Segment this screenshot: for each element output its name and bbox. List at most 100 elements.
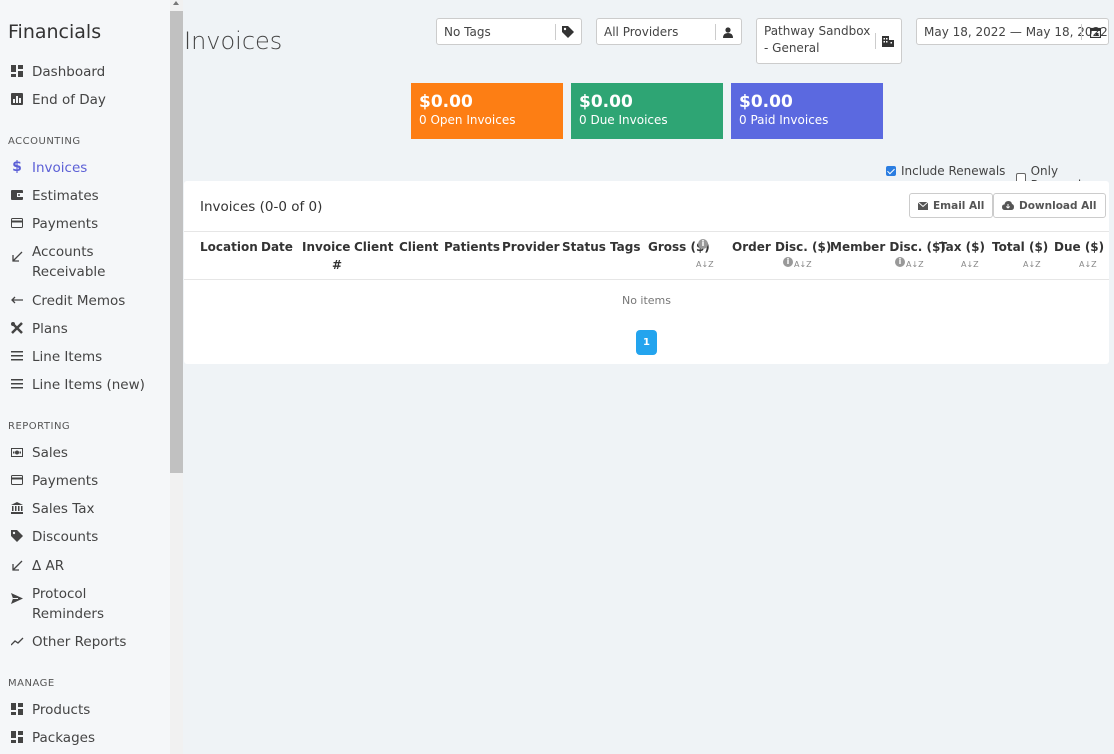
sidebar-item-protocol-reminders[interactable]: Protocol Reminders — [0, 584, 170, 624]
checkbox-checked[interactable] — [886, 166, 896, 176]
cloud-download-icon — [1002, 201, 1014, 210]
column-header-client-2[interactable]: Client — [399, 240, 438, 254]
sidebar-item-accounts-receivable[interactable]: Accounts Receivable — [0, 242, 170, 282]
tags-filter[interactable]: No Tags — [436, 18, 582, 45]
sidebar-item-plans[interactable]: Plans — [0, 319, 170, 339]
info-icon[interactable]: i — [783, 257, 793, 267]
sidebar-item-discounts[interactable]: Discounts — [0, 527, 170, 547]
column-header-status[interactable]: Status — [562, 240, 606, 254]
info-icon[interactable]: i — [895, 257, 905, 267]
section-header-reporting: REPORTING — [8, 421, 71, 432]
sidebar-item-label: Estimates — [32, 188, 99, 204]
sidebar-item-label: Discounts — [32, 529, 99, 545]
sort-icon[interactable]: A↓Z — [696, 260, 714, 269]
sidebar-item-label: Sales — [32, 445, 68, 461]
sidebar-item-label: Accounts Receivable — [32, 244, 106, 280]
grid-icon — [9, 729, 25, 745]
date-range-filter[interactable]: May 18, 2022 — May 18, 2022 — [916, 18, 1109, 45]
scrollbar-thumb[interactable] — [170, 11, 183, 473]
dashboard-icon — [9, 63, 25, 79]
download-all-button[interactable]: Download All — [993, 193, 1106, 218]
list-icon — [9, 348, 25, 364]
divider — [555, 24, 556, 40]
column-header-patients[interactable]: Patients — [444, 240, 500, 254]
send-icon — [9, 590, 25, 606]
sidebar-item-sales[interactable]: Sales — [0, 443, 170, 463]
sidebar-item-label: Products — [32, 702, 91, 718]
info-icon[interactable]: i — [698, 239, 708, 249]
invoices-panel: Invoices (0-0 of 0) Email All Download A… — [184, 181, 1109, 364]
envelope-icon — [918, 201, 928, 210]
column-header-provider[interactable]: Provider — [502, 240, 560, 254]
tags-icon — [561, 25, 575, 39]
column-header-order-disc[interactable]: Order Disc. ($) — [732, 240, 831, 254]
sidebar-item-end-of-day[interactable]: End of Day — [0, 90, 170, 110]
open-invoices-card[interactable]: $0.00 0 Open Invoices — [411, 83, 563, 139]
scroll-up-arrow-icon[interactable] — [173, 1, 179, 5]
email-all-button[interactable]: Email All — [909, 193, 994, 218]
sidebar-item-delta-ar[interactable]: Δ AR — [0, 556, 170, 576]
sidebar-item-payments[interactable]: Payments — [0, 214, 170, 234]
location-filter[interactable]: Pathway Sandbox - General — [756, 18, 902, 64]
sidebar: Financials Dashboard End of Day ACCOUNTI… — [0, 0, 170, 754]
pagination-page-1[interactable]: 1 — [636, 330, 657, 355]
divider — [875, 33, 876, 49]
tags-filter-value: No Tags — [444, 25, 491, 39]
dollar-icon: $ — [12, 159, 22, 175]
due-invoices-card[interactable]: $0.00 0 Due Invoices — [571, 83, 723, 139]
trend-icon — [9, 633, 25, 649]
providers-filter[interactable]: All Providers — [596, 18, 742, 45]
sidebar-item-invoices[interactable]: $ Invoices — [0, 158, 170, 178]
sidebar-item-payments-report[interactable]: Payments — [0, 471, 170, 491]
column-header-client[interactable]: Client — [354, 240, 393, 254]
panel-title: Invoices (0-0 of 0) — [200, 199, 323, 215]
tags-icon — [9, 528, 25, 544]
user-icon — [721, 25, 735, 39]
column-header-due[interactable]: Due ($) — [1054, 240, 1104, 254]
sort-icon[interactable]: A↓Z — [961, 260, 979, 269]
tools-icon — [9, 320, 25, 336]
column-header-invoice[interactable]: Invoice # — [302, 238, 350, 274]
divider — [715, 24, 716, 40]
sort-icon[interactable]: A↓Z — [794, 260, 812, 269]
section-header-manage: MANAGE — [8, 678, 55, 689]
section-header-accounting: ACCOUNTING — [8, 136, 81, 147]
download-all-label: Download All — [1019, 199, 1097, 212]
column-header-location[interactable]: Location — [200, 240, 258, 254]
sidebar-item-line-items[interactable]: Line Items — [0, 347, 170, 367]
include-renewals-label: Include Renewals — [901, 164, 1006, 178]
location-filter-value: Pathway Sandbox - General — [764, 24, 871, 55]
sort-icon[interactable]: A↓Z — [1023, 260, 1041, 269]
sidebar-item-products[interactable]: Products — [0, 700, 170, 720]
sidebar-item-credit-memos[interactable]: Credit Memos — [0, 291, 170, 311]
open-invoices-label: 0 Open Invoices — [419, 113, 516, 127]
building-icon — [881, 34, 895, 48]
column-header-tax[interactable]: Tax ($) — [939, 240, 985, 254]
list-icon — [9, 376, 25, 392]
sidebar-scrollbar[interactable] — [170, 0, 183, 754]
sidebar-item-line-items-new[interactable]: Line Items (new) — [0, 375, 170, 395]
due-invoices-label: 0 Due Invoices — [579, 113, 668, 127]
sidebar-item-label: Payments — [32, 216, 99, 232]
sort-icon[interactable]: A↓Z — [906, 260, 924, 269]
sidebar-item-label: Δ AR — [32, 558, 65, 574]
column-header-tags[interactable]: Tags — [610, 240, 640, 254]
paid-invoices-card[interactable]: $0.00 0 Paid Invoices — [731, 83, 883, 139]
column-header-date[interactable]: Date — [261, 240, 293, 254]
paid-invoices-amount: $0.00 — [739, 92, 793, 112]
sidebar-item-packages[interactable]: Packages — [0, 728, 170, 748]
sidebar-item-estimates[interactable]: Estimates — [0, 186, 170, 206]
column-header-total[interactable]: Total ($) — [992, 240, 1048, 254]
sidebar-item-dashboard[interactable]: Dashboard — [0, 62, 170, 82]
sort-icon[interactable]: A↓Z — [1079, 260, 1097, 269]
arrow-down-left-icon — [9, 557, 25, 573]
sidebar-item-label: Packages — [32, 730, 95, 746]
empty-state-text: No items — [621, 294, 672, 307]
providers-filter-value: All Providers — [604, 25, 679, 39]
column-header-member-disc[interactable]: Member Disc. ($) — [830, 240, 946, 254]
sidebar-item-other-reports[interactable]: Other Reports — [0, 632, 170, 652]
table-header: Location Date Invoice # Client Client Pa… — [184, 231, 1109, 280]
sidebar-item-sales-tax[interactable]: Sales Tax — [0, 499, 170, 519]
include-renewals-checkbox[interactable]: Include Renewals — [886, 164, 1005, 178]
open-invoices-amount: $0.00 — [419, 92, 473, 112]
